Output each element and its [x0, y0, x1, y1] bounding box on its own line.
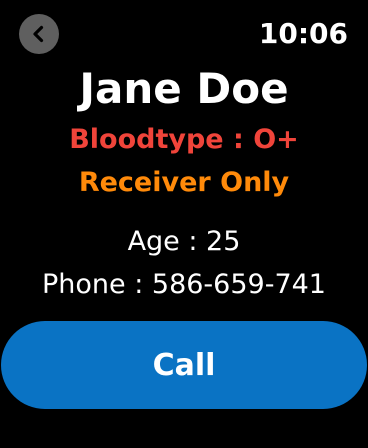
- back-button[interactable]: [19, 14, 59, 54]
- contact-name: Jane Doe: [79, 64, 289, 113]
- age-label: Age : 25: [127, 226, 241, 257]
- donor-status-label: Receiver Only: [78, 167, 290, 198]
- call-button[interactable]: Call: [1, 321, 367, 409]
- bloodtype-label: Bloodtype : O+: [69, 124, 299, 155]
- phone-label: Phone : 586-659-741: [42, 269, 326, 300]
- chevron-left-icon: [33, 25, 44, 43]
- watch-screen: 10:06 Jane Doe Bloodtype : O+ Receiver O…: [0, 0, 368, 448]
- clock-time: 10:06: [258, 17, 348, 50]
